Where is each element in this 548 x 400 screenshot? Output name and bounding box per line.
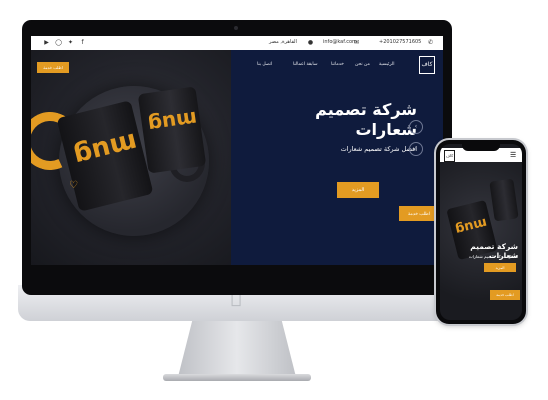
mobile-logo[interactable]: كاف xyxy=(444,150,455,162)
youtube-icon[interactable]: ▶ xyxy=(43,39,50,46)
phone-notch xyxy=(462,144,500,151)
phone-text[interactable]: +201027571605 xyxy=(379,39,421,45)
hero-subtitle: افضل شركة تصميم شعارات xyxy=(340,145,417,153)
more-button[interactable]: المزيد xyxy=(337,182,379,198)
address-text: القاهرة, مصر xyxy=(269,39,297,45)
slider-next-button[interactable]: › xyxy=(409,142,423,156)
facebook-icon[interactable]: f xyxy=(79,39,86,46)
camera-icon xyxy=(234,26,238,30)
hero-mug-image: mug mug ♡ اطلب خدمة xyxy=(31,50,231,265)
mug-small: mug xyxy=(137,86,207,174)
nav-item-services[interactable]: خدماتنا xyxy=(331,62,344,67)
mobile-more-button[interactable]: المزيد xyxy=(484,263,516,272)
monitor-stand xyxy=(178,321,296,377)
mug-small-text: mug xyxy=(146,106,199,138)
order-service-button[interactable]: اطلب خدمة xyxy=(399,206,439,221)
order-service-button-secondary[interactable]: اطلب خدمة xyxy=(37,62,69,73)
phone-icon: ✆ xyxy=(427,39,434,46)
nav-item-about[interactable]: من نحن xyxy=(355,62,370,67)
topbar: ▶ ◯ ✦ f القاهرة, مصر ● info@kaf.com ✉ +2… xyxy=(31,36,443,51)
monitor-base xyxy=(163,374,311,381)
map-pin-icon: ● xyxy=(307,39,314,46)
instagram-icon[interactable]: ◯ xyxy=(55,39,62,46)
hero-title: شركة تصميم شعارات xyxy=(315,100,417,139)
nav-item-portfolio[interactable]: سابقة اعمالنا xyxy=(293,62,318,67)
desktop-website-screen: ▶ ◯ ✦ f القاهرة, مصر ● info@kaf.com ✉ +2… xyxy=(31,36,443,265)
mail-icon: ✉ xyxy=(353,39,360,46)
hero-content: كاف الرئيسية من نحن خدماتنا سابقة اعمالن… xyxy=(231,50,443,265)
nav-item-contact[interactable]: اتصل بنا xyxy=(257,62,272,67)
mobile-website-screen: كاف ☰ mug شركة تصميم شعارات افضل شركة تص… xyxy=(440,144,522,320)
mobile-order-service-button[interactable]: اطلب خدمة xyxy=(490,290,520,300)
mug-large-text: mug xyxy=(70,126,141,172)
hamburger-menu-icon[interactable]: ☰ xyxy=(510,152,518,159)
heart-icon: ♡ xyxy=(69,180,78,191)
email-text[interactable]: info@kaf.com xyxy=(323,39,357,45)
nav-item-home[interactable]: الرئيسية xyxy=(379,62,395,67)
mobile-hero-subtitle: افضل شركة تصميم شعارات xyxy=(468,254,518,259)
twitter-icon[interactable]: ✦ xyxy=(67,39,74,46)
site-logo[interactable]: كاف xyxy=(419,56,435,74)
mobile-mug-text: mug xyxy=(453,214,489,237)
mobile-mug-small xyxy=(489,178,519,222)
slider-prev-button[interactable]: ‹ xyxy=(409,120,423,134)
